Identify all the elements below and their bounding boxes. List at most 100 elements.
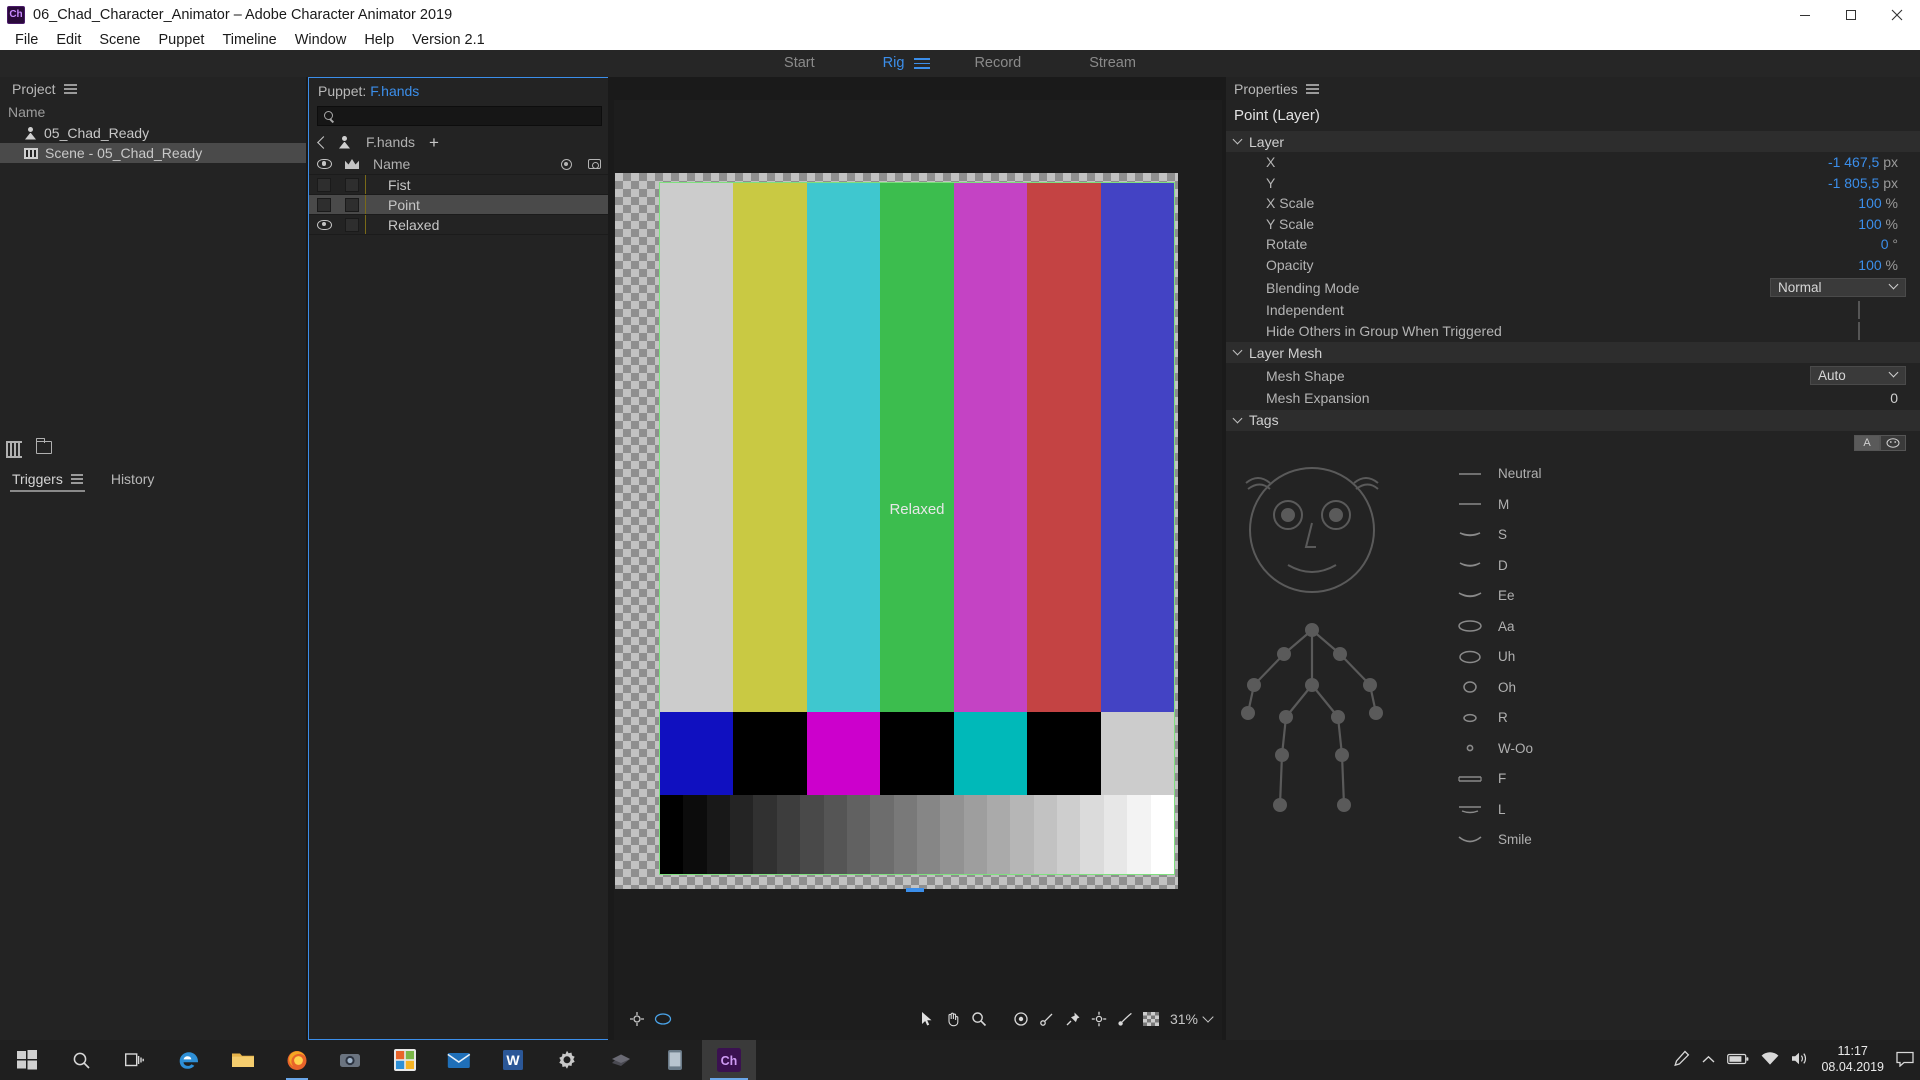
layer-row[interactable]: Point [309, 195, 608, 215]
workspace-menu-icon[interactable] [914, 58, 931, 69]
independent-checkbox[interactable] [1858, 301, 1860, 320]
tab-triggers[interactable]: Triggers [10, 471, 85, 492]
layer-row[interactable]: Relaxed [309, 215, 608, 235]
tag-row[interactable]: Neutral [1456, 459, 1920, 490]
property-value[interactable]: 100 % [1858, 195, 1920, 211]
minimize-button[interactable] [1782, 0, 1828, 29]
tab-history[interactable]: History [111, 471, 155, 492]
eraser-icon[interactable] [594, 1040, 648, 1080]
hide-others-checkbox[interactable] [1858, 321, 1860, 340]
device-icon[interactable] [648, 1040, 702, 1080]
property-value[interactable]: 100 % [1858, 216, 1920, 232]
layer-crown-toggle[interactable] [339, 217, 365, 232]
store-icon[interactable] [378, 1040, 432, 1080]
tag-row[interactable]: Uh [1456, 642, 1920, 673]
mesh-shape-select[interactable]: Auto [1810, 366, 1906, 385]
property-value[interactable]: 0 ° [1881, 236, 1920, 252]
menu-puppet[interactable]: Puppet [150, 32, 214, 48]
layer-crown-toggle[interactable] [339, 177, 365, 192]
zoom-control[interactable]: 31% [1138, 1006, 1214, 1032]
handle-tool-icon[interactable] [1086, 1006, 1112, 1032]
tag-row[interactable]: F [1456, 764, 1920, 795]
tags-view-all-button[interactable]: A [1854, 434, 1880, 451]
dangle-tool-icon[interactable] [1034, 1006, 1060, 1032]
character-animator-icon[interactable]: Ch [702, 1040, 756, 1080]
tab-start[interactable]: Start [750, 50, 849, 77]
project-item-puppet[interactable]: 05_Chad_Ready [0, 123, 306, 143]
menu-window[interactable]: Window [286, 32, 356, 48]
search-icon[interactable] [54, 1040, 108, 1080]
start-button[interactable] [0, 1040, 54, 1080]
clock[interactable]: 11:17 08.04.2019 [1821, 1044, 1884, 1075]
tag-row[interactable]: L [1456, 794, 1920, 825]
project-menu-icon[interactable] [63, 84, 77, 94]
firefox-icon[interactable] [270, 1040, 324, 1080]
camera-icon[interactable] [324, 1040, 378, 1080]
tag-row[interactable]: S [1456, 520, 1920, 551]
menu-file[interactable]: File [6, 32, 47, 48]
draggable-tool-icon[interactable] [1112, 1006, 1138, 1032]
project-item-scene[interactable]: Scene - 05_Chad_Ready [0, 143, 306, 163]
breadcrumb-label[interactable]: F.hands [366, 134, 415, 150]
properties-menu-icon[interactable] [1305, 84, 1319, 94]
origin-tool-icon[interactable] [1008, 1006, 1034, 1032]
pen-icon[interactable] [1672, 1050, 1690, 1071]
chevron-up-icon[interactable] [1702, 1053, 1715, 1067]
puppet-search-box[interactable] [317, 106, 602, 126]
pin-tool-icon[interactable] [1060, 1006, 1086, 1032]
blending-mode-select[interactable]: Normal [1770, 278, 1906, 297]
menu-timeline[interactable]: Timeline [213, 32, 285, 48]
tag-row[interactable]: M [1456, 489, 1920, 520]
search-input[interactable] [341, 108, 581, 124]
section-header-tags[interactable]: Tags [1226, 409, 1920, 431]
add-group-icon[interactable]: + [429, 134, 439, 151]
close-button[interactable] [1874, 0, 1920, 29]
tab-stream[interactable]: Stream [1055, 50, 1170, 77]
layer-crown-toggle[interactable] [339, 197, 365, 212]
menu-help[interactable]: Help [355, 32, 403, 48]
property-value[interactable]: -1 467,5 px [1828, 154, 1920, 170]
maximize-button[interactable] [1828, 0, 1874, 29]
volume-icon[interactable] [1791, 1051, 1809, 1069]
checker-toggle-icon[interactable] [1138, 1006, 1164, 1032]
chevron-down-icon[interactable] [1202, 1011, 1214, 1023]
tags-view-face-button[interactable] [1880, 434, 1906, 451]
stage-area[interactable]: Relaxed [614, 173, 1222, 892]
new-scene-icon[interactable] [6, 441, 22, 458]
tag-row[interactable]: Oh [1456, 672, 1920, 703]
new-folder-icon[interactable] [35, 438, 52, 454]
origin-handle-tool-icon[interactable] [624, 1006, 650, 1032]
word-icon[interactable]: W [486, 1040, 540, 1080]
settings-icon[interactable] [540, 1040, 594, 1080]
zoom-tool-icon[interactable] [966, 1006, 992, 1032]
notification-icon[interactable] [1896, 1051, 1914, 1070]
layer-visibility-toggle[interactable] [309, 197, 339, 212]
task-view-icon[interactable] [108, 1040, 162, 1080]
edge-icon[interactable] [162, 1040, 216, 1080]
menu-edit[interactable]: Edit [47, 32, 90, 48]
back-chevron-icon[interactable] [317, 135, 330, 149]
network-icon[interactable] [1761, 1051, 1779, 1069]
tag-row[interactable]: Ee [1456, 581, 1920, 612]
section-header-layer-mesh[interactable]: Layer Mesh [1226, 342, 1920, 363]
property-value[interactable]: 100 % [1858, 257, 1920, 273]
tab-record[interactable]: Record [940, 50, 1055, 77]
tag-row[interactable]: Smile [1456, 825, 1920, 856]
tag-row[interactable]: R [1456, 703, 1920, 734]
mesh-expansion-value[interactable]: 0 [1890, 390, 1920, 406]
select-tool-icon[interactable] [914, 1006, 940, 1032]
tag-row[interactable]: Aa [1456, 611, 1920, 642]
hand-tool-icon[interactable] [940, 1006, 966, 1032]
triggers-menu-icon[interactable] [70, 474, 83, 484]
section-header-layer[interactable]: Layer [1226, 131, 1920, 152]
file-explorer-icon[interactable] [216, 1040, 270, 1080]
layer-visibility-toggle[interactable] [309, 219, 339, 230]
battery-icon[interactable] [1727, 1053, 1749, 1068]
zoom-level-label[interactable]: 31% [1170, 1011, 1198, 1027]
layer-visibility-toggle[interactable] [309, 177, 339, 192]
mesh-tool-icon[interactable] [650, 1006, 676, 1032]
mail-icon[interactable] [432, 1040, 486, 1080]
menu-scene[interactable]: Scene [90, 32, 149, 48]
layer-row[interactable]: Fist [309, 175, 608, 195]
property-value[interactable]: -1 805,5 px [1828, 175, 1920, 191]
